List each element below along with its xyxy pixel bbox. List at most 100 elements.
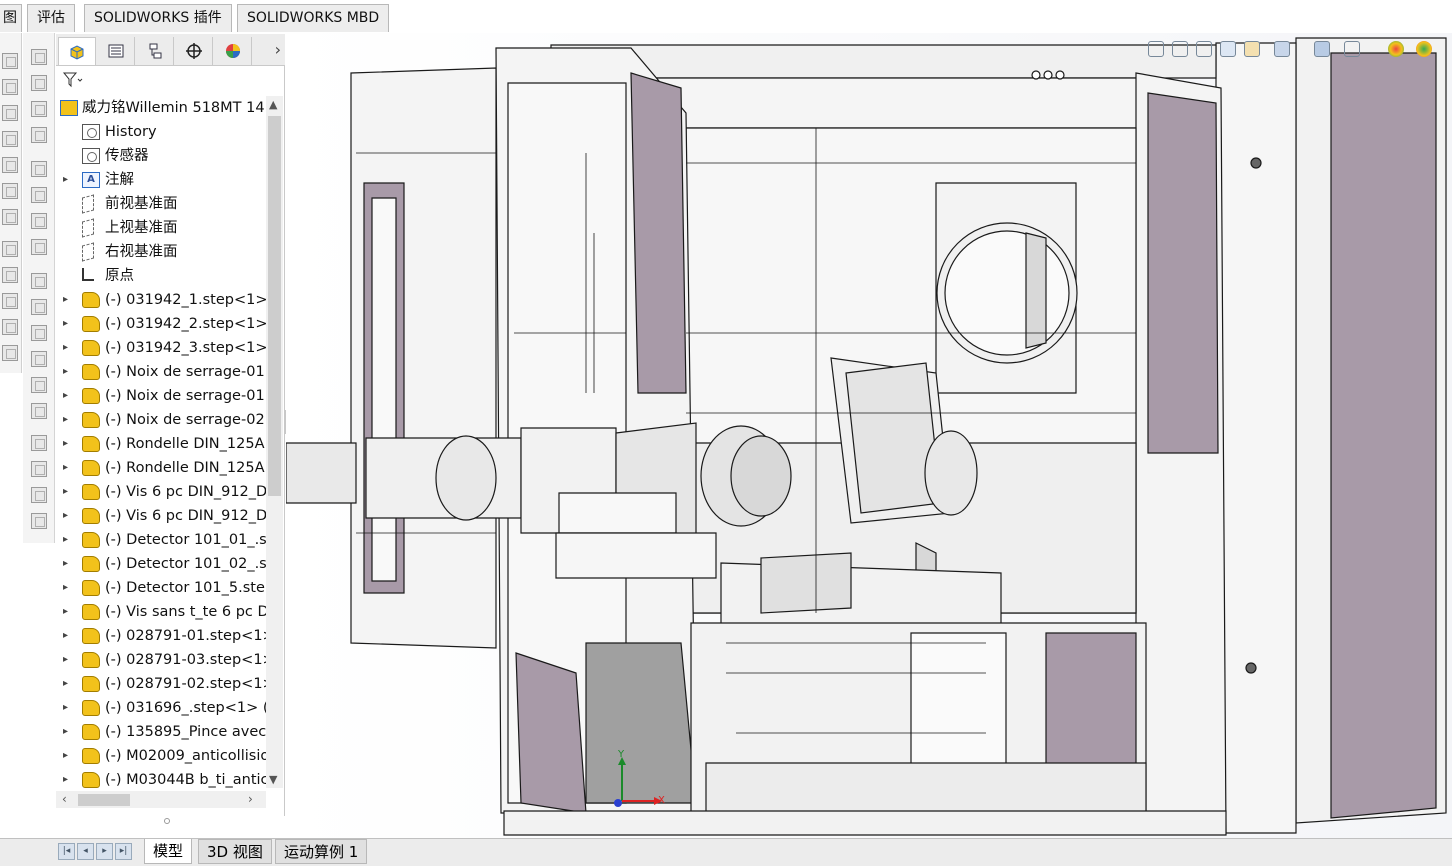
scroll-right-icon[interactable]: › bbox=[248, 792, 253, 806]
tool-icon[interactable] bbox=[31, 351, 47, 367]
tool-icon[interactable] bbox=[2, 241, 18, 257]
tool-icon[interactable] bbox=[2, 293, 18, 309]
tab-motion-study-1[interactable]: 运动算例 1 bbox=[275, 839, 368, 864]
tool-icon[interactable] bbox=[31, 75, 47, 91]
tree-item[interactable]: ▸ (-) M02009_anticollisio bbox=[56, 744, 266, 768]
expand-arrow-icon[interactable]: ▸ bbox=[63, 360, 73, 384]
tree-item[interactable]: ▸ (-) Vis 6 pc DIN_912_D bbox=[56, 504, 266, 528]
tree-item[interactable]: 原点 bbox=[56, 264, 266, 288]
expand-arrow-icon[interactable]: ▸ bbox=[63, 504, 73, 528]
section-view-icon[interactable] bbox=[1220, 41, 1236, 57]
tree-item[interactable]: 上视基准面 bbox=[56, 216, 266, 240]
hide-show-items-icon[interactable] bbox=[1344, 41, 1360, 57]
tree-item[interactable]: ▸ A 注解 bbox=[56, 168, 266, 192]
display-manager-tab[interactable] bbox=[214, 37, 252, 65]
view-orientation-icon[interactable] bbox=[1274, 41, 1290, 57]
tool-icon[interactable] bbox=[31, 239, 47, 255]
dynamic-annotation-icon[interactable] bbox=[1244, 41, 1260, 57]
scroll-up-icon[interactable]: ▲ bbox=[269, 98, 277, 111]
expand-arrow-icon[interactable]: ▸ bbox=[63, 768, 73, 788]
tool-icon[interactable] bbox=[2, 105, 18, 121]
tool-icon[interactable] bbox=[2, 53, 18, 69]
expand-arrow-icon[interactable]: ▸ bbox=[63, 696, 73, 720]
tool-icon[interactable] bbox=[31, 513, 47, 529]
tool-icon[interactable] bbox=[31, 101, 47, 117]
tree-item[interactable]: ▸ (-) 028791-02.step<1> bbox=[56, 672, 266, 696]
tree-item[interactable]: 前视基准面 bbox=[56, 192, 266, 216]
tree-item[interactable]: ▸ (-) Vis 6 pc DIN_912_D bbox=[56, 480, 266, 504]
tree-item[interactable]: ▸ (-) Rondelle DIN_125A bbox=[56, 456, 266, 480]
tab-solidworks-addins[interactable]: SOLIDWORKS 插件 bbox=[84, 4, 232, 32]
expand-arrow-icon[interactable]: ▸ bbox=[63, 336, 73, 360]
scroll-down-icon[interactable]: ▼ bbox=[269, 773, 277, 786]
previous-tab-icon[interactable]: ◂ bbox=[77, 843, 94, 860]
tree-item[interactable]: ▸ (-) 031942_3.step<1> bbox=[56, 336, 266, 360]
tree-item[interactable]: ▸ (-) Rondelle DIN_125A bbox=[56, 432, 266, 456]
tab-solidworks-mbd[interactable]: SOLIDWORKS MBD bbox=[237, 4, 390, 32]
tree-item[interactable]: ▸ (-) 031942_2.step<1> bbox=[56, 312, 266, 336]
tool-icon[interactable] bbox=[31, 299, 47, 315]
expand-arrow-icon[interactable]: ▸ bbox=[63, 576, 73, 600]
first-tab-icon[interactable]: |◂ bbox=[58, 843, 75, 860]
tool-icon[interactable] bbox=[31, 161, 47, 177]
tree-item[interactable]: ▸ (-) 135895_Pince avec bbox=[56, 720, 266, 744]
tool-icon[interactable] bbox=[31, 187, 47, 203]
tool-icon[interactable] bbox=[2, 209, 18, 225]
tree-item[interactable]: 右视基准面 bbox=[56, 240, 266, 264]
tool-icon[interactable] bbox=[2, 267, 18, 283]
tool-icon[interactable] bbox=[31, 325, 47, 341]
filter-icon[interactable] bbox=[62, 71, 84, 93]
expand-arrow-icon[interactable]: ▸ bbox=[63, 720, 73, 744]
property-manager-tab[interactable] bbox=[97, 37, 135, 65]
tool-icon[interactable] bbox=[2, 183, 18, 199]
tool-icon[interactable] bbox=[31, 461, 47, 477]
tree-item[interactable]: ▸ (-) Noix de serrage-01 bbox=[56, 384, 266, 408]
zoom-to-area-icon[interactable] bbox=[1172, 41, 1188, 57]
tree-horizontal-scrollbar[interactable]: ‹ › bbox=[56, 791, 266, 808]
tree-item[interactable]: ▸ (-) Detector 101_02_.s bbox=[56, 552, 266, 576]
tree-item[interactable]: ▸ (-) Noix de serrage-02 bbox=[56, 408, 266, 432]
edit-appearance-icon[interactable] bbox=[1388, 41, 1404, 57]
scroll-thumb[interactable] bbox=[268, 116, 281, 496]
tool-icon[interactable] bbox=[2, 79, 18, 95]
tool-icon[interactable] bbox=[2, 131, 18, 147]
feature-manager-tab[interactable] bbox=[58, 37, 96, 65]
expand-arrow-icon[interactable]: ▸ bbox=[63, 624, 73, 648]
tool-icon[interactable] bbox=[31, 213, 47, 229]
tool-icon[interactable] bbox=[31, 377, 47, 393]
tool-icon[interactable] bbox=[31, 487, 47, 503]
zoom-to-fit-icon[interactable] bbox=[1148, 41, 1164, 57]
tool-icon[interactable] bbox=[31, 273, 47, 289]
next-tab-icon[interactable]: ▸ bbox=[96, 843, 113, 860]
tree-item[interactable]: 传感器 bbox=[56, 144, 266, 168]
expand-arrow-icon[interactable]: ▸ bbox=[63, 168, 73, 192]
tree-item[interactable]: ▸ (-) M03044B b_ti_antic bbox=[56, 768, 266, 788]
expand-arrow-icon[interactable]: ▸ bbox=[63, 528, 73, 552]
tree-item[interactable]: History bbox=[56, 120, 266, 144]
tree-item[interactable]: ▸ (-) Detector 101_01_.s bbox=[56, 528, 266, 552]
expand-arrow-icon[interactable]: ▸ bbox=[63, 456, 73, 480]
graphics-area[interactable]: Y X bbox=[286, 33, 1452, 838]
configuration-manager-tab[interactable] bbox=[136, 37, 174, 65]
previous-view-icon[interactable] bbox=[1196, 41, 1212, 57]
expand-arrow-icon[interactable]: ▸ bbox=[63, 744, 73, 768]
tree-item[interactable]: ▸ (-) Vis sans t_te 6 pc D bbox=[56, 600, 266, 624]
tab-3d-view[interactable]: 3D 视图 bbox=[198, 839, 272, 864]
tree-item[interactable]: ▸ (-) 028791-03.step<1> bbox=[56, 648, 266, 672]
expand-arrow-icon[interactable]: ▸ bbox=[63, 600, 73, 624]
splitter-handle[interactable] bbox=[164, 818, 170, 824]
expand-arrow-icon[interactable]: ▸ bbox=[63, 432, 73, 456]
expand-arrow-icon[interactable]: ▸ bbox=[63, 552, 73, 576]
tool-icon[interactable] bbox=[31, 49, 47, 65]
scroll-thumb[interactable] bbox=[78, 794, 130, 806]
tree-item[interactable]: ▸ (-) Detector 101_5.ste bbox=[56, 576, 266, 600]
scroll-left-icon[interactable]: ‹ bbox=[62, 792, 67, 806]
tool-icon[interactable] bbox=[2, 319, 18, 335]
display-style-icon[interactable] bbox=[1314, 41, 1330, 57]
expand-arrow-icon[interactable]: ▸ bbox=[63, 384, 73, 408]
expand-arrow-icon[interactable]: ▸ bbox=[63, 288, 73, 312]
expand-arrow-icon[interactable]: ▸ bbox=[63, 312, 73, 336]
tree-item[interactable]: ▸ (-) Noix de serrage-01 bbox=[56, 360, 266, 384]
tree-item[interactable]: ▸ (-) 028791-01.step<1> bbox=[56, 624, 266, 648]
tree-item[interactable]: ▸ (-) 031696_.step<1> ( bbox=[56, 696, 266, 720]
